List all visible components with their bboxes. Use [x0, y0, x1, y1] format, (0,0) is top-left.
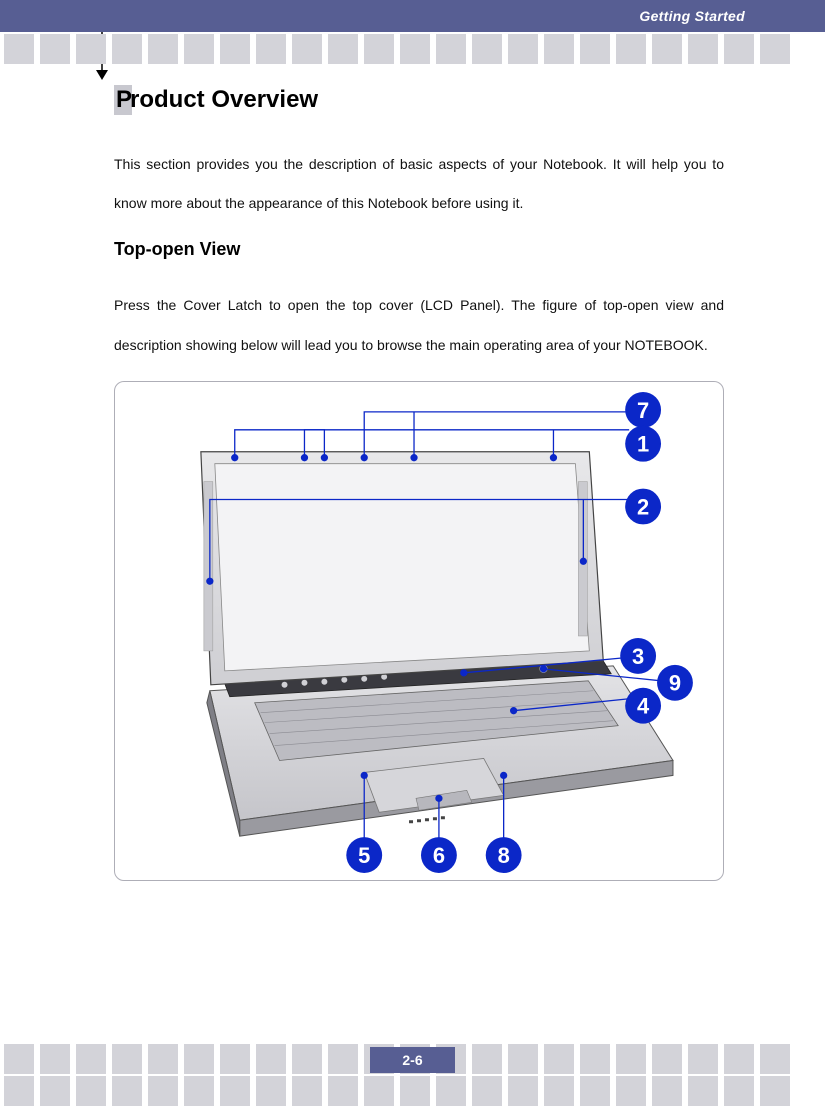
decor-squares-bottom2 — [0, 1076, 825, 1106]
intro-paragraph: This section provides you the descriptio… — [114, 145, 724, 223]
callout-7: 7 — [637, 398, 649, 423]
callout-3: 3 — [632, 644, 644, 669]
page-title: Product Overview — [114, 85, 724, 115]
callout-1: 1 — [637, 431, 649, 456]
callout-5: 5 — [358, 843, 370, 868]
page-number: 2-6 — [370, 1047, 455, 1073]
figure-top-open-view: 7 1 2 3 9 4 5 6 — [114, 381, 724, 881]
page-content: Product Overview This section provides y… — [114, 85, 724, 881]
callout-9: 9 — [669, 671, 681, 696]
sub-paragraph: Press the Cover Latch to open the top co… — [114, 286, 724, 364]
title-rest: roduct Overview — [130, 86, 318, 113]
callout-2: 2 — [637, 494, 649, 519]
callout-8: 8 — [498, 843, 510, 868]
header-label: Getting Started — [639, 0, 745, 32]
section-subtitle: Top-open View — [114, 239, 724, 260]
header-bar: Getting Started — [0, 0, 825, 32]
callout-4: 4 — [637, 693, 650, 718]
callout-6: 6 — [433, 843, 445, 868]
decor-squares-top2 — [0, 34, 825, 64]
